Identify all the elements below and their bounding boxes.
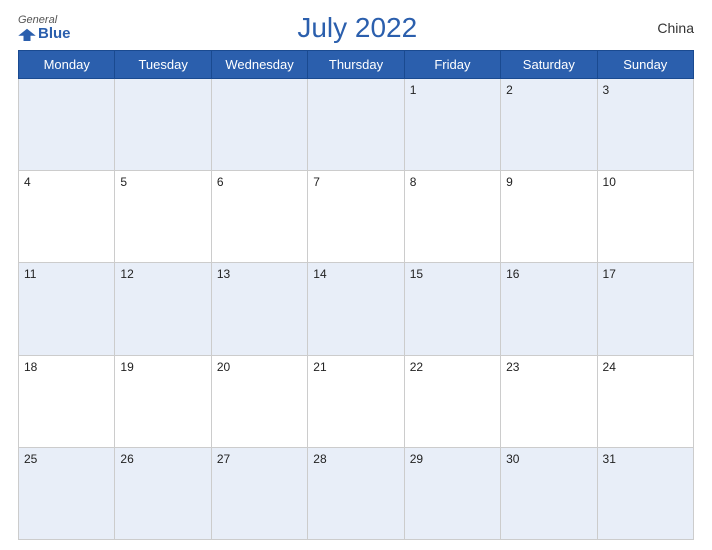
calendar-day-cell: 29 [404,447,500,539]
calendar-day-cell: 26 [115,447,211,539]
weekday-header: Tuesday [115,51,211,79]
calendar-day-cell: 1 [404,79,500,171]
logo: General Blue [18,15,71,41]
calendar-day-cell: 12 [115,263,211,355]
day-number: 10 [603,175,616,189]
calendar-table: MondayTuesdayWednesdayThursdayFridaySatu… [18,50,694,540]
calendar-day-cell: 8 [404,171,500,263]
day-number: 24 [603,360,616,374]
day-number: 26 [120,452,133,466]
calendar-day-cell: 15 [404,263,500,355]
calendar-day-cell: 13 [211,263,307,355]
day-number: 9 [506,175,513,189]
day-number: 13 [217,267,230,281]
day-number: 4 [24,175,31,189]
calendar-week-row: 4 5 6 7 8 9 10 [19,171,694,263]
calendar-day-cell: 17 [597,263,693,355]
calendar-day-cell: 23 [501,355,597,447]
calendar-day-cell [211,79,307,171]
day-number: 31 [603,452,616,466]
weekday-header: Thursday [308,51,404,79]
calendar-day-cell: 22 [404,355,500,447]
weekday-header: Friday [404,51,500,79]
calendar-day-cell: 27 [211,447,307,539]
day-number: 16 [506,267,519,281]
calendar-title: July 2022 [71,12,644,44]
weekday-header: Monday [19,51,115,79]
calendar-day-cell: 11 [19,263,115,355]
calendar-day-cell: 3 [597,79,693,171]
calendar-week-row: 25 26 27 28 29 30 31 [19,447,694,539]
weekday-header: Sunday [597,51,693,79]
logo-bird-icon [18,27,36,41]
calendar-day-cell: 20 [211,355,307,447]
weekday-header: Wednesday [211,51,307,79]
day-number: 12 [120,267,133,281]
calendar-day-cell: 21 [308,355,404,447]
calendar-day-cell: 19 [115,355,211,447]
calendar-day-cell: 28 [308,447,404,539]
calendar-day-cell: 16 [501,263,597,355]
calendar-day-cell: 25 [19,447,115,539]
day-number: 29 [410,452,423,466]
calendar-day-cell [308,79,404,171]
calendar-day-cell [19,79,115,171]
day-number: 21 [313,360,326,374]
calendar-day-cell: 5 [115,171,211,263]
day-number: 30 [506,452,519,466]
calendar-day-cell [115,79,211,171]
day-number: 3 [603,83,610,97]
calendar-day-cell: 4 [19,171,115,263]
country-label: China [644,20,694,36]
day-number: 20 [217,360,230,374]
day-number: 28 [313,452,326,466]
weekday-header-row: MondayTuesdayWednesdayThursdayFridaySatu… [19,51,694,79]
calendar-header: General Blue July 2022 China [18,10,694,46]
day-number: 2 [506,83,513,97]
weekday-header: Saturday [501,51,597,79]
calendar-day-cell: 9 [501,171,597,263]
calendar-day-cell: 18 [19,355,115,447]
calendar-day-cell: 31 [597,447,693,539]
day-number: 8 [410,175,417,189]
day-number: 19 [120,360,133,374]
day-number: 5 [120,175,127,189]
day-number: 7 [313,175,320,189]
calendar-day-cell: 14 [308,263,404,355]
day-number: 18 [24,360,37,374]
calendar-day-cell: 30 [501,447,597,539]
day-number: 14 [313,267,326,281]
day-number: 25 [24,452,37,466]
calendar-day-cell: 10 [597,171,693,263]
calendar-week-row: 18 19 20 21 22 23 24 [19,355,694,447]
calendar-week-row: 1 2 3 [19,79,694,171]
day-number: 11 [24,267,36,281]
day-number: 17 [603,267,616,281]
day-number: 23 [506,360,519,374]
calendar-day-cell: 7 [308,171,404,263]
calendar-day-cell: 2 [501,79,597,171]
calendar-day-cell: 6 [211,171,307,263]
calendar-week-row: 11 12 13 14 15 16 17 [19,263,694,355]
logo-blue-text: Blue [18,26,71,41]
day-number: 22 [410,360,423,374]
calendar-day-cell: 24 [597,355,693,447]
day-number: 27 [217,452,230,466]
day-number: 6 [217,175,224,189]
day-number: 1 [410,83,417,97]
day-number: 15 [410,267,423,281]
